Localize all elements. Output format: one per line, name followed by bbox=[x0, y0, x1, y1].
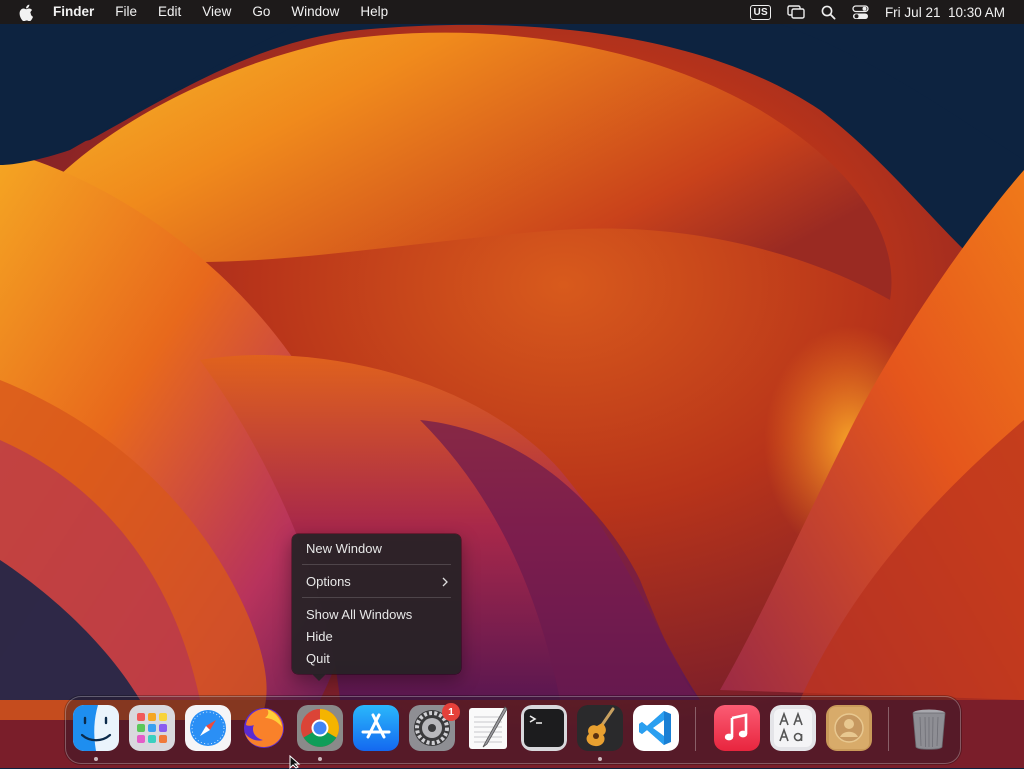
terminal-icon[interactable] bbox=[521, 705, 567, 751]
menu-help[interactable]: Help bbox=[360, 0, 388, 24]
screen-mirroring-icon[interactable] bbox=[787, 5, 805, 19]
trash-icon[interactable] bbox=[906, 705, 952, 751]
input-source-menu[interactable]: US bbox=[750, 4, 771, 20]
running-indicator bbox=[598, 757, 602, 761]
safari-icon[interactable] bbox=[185, 705, 231, 751]
vscode-icon[interactable] bbox=[633, 705, 679, 751]
context-menu-label: Options bbox=[306, 574, 351, 589]
dock-context-menu: New Window Options Show All Windows Hide… bbox=[292, 534, 461, 681]
garageband-icon[interactable] bbox=[577, 705, 623, 751]
menu-bar: Finder File Edit View Go Window Help US … bbox=[0, 0, 1024, 24]
contacts-icon[interactable] bbox=[826, 705, 872, 751]
font-book-icon[interactable] bbox=[770, 705, 816, 751]
dock: 1 bbox=[65, 696, 961, 764]
context-menu-label: Show All Windows bbox=[306, 607, 413, 622]
spotlight-search-icon[interactable] bbox=[821, 5, 836, 20]
context-menu-label: Quit bbox=[306, 651, 330, 666]
textedit-icon[interactable] bbox=[465, 705, 511, 751]
menu-file[interactable]: File bbox=[115, 0, 137, 24]
menu-edit[interactable]: Edit bbox=[158, 0, 181, 24]
context-menu-hide[interactable]: Hide bbox=[306, 627, 449, 647]
menu-go[interactable]: Go bbox=[252, 0, 270, 24]
finder-icon[interactable] bbox=[73, 705, 119, 751]
menu-view[interactable]: View bbox=[202, 0, 231, 24]
context-menu-options[interactable]: Options bbox=[306, 572, 449, 592]
desktop-wallpaper bbox=[0, 0, 1024, 768]
context-menu-quit[interactable]: Quit bbox=[306, 649, 449, 669]
context-menu-pointer bbox=[312, 674, 326, 681]
menu-window[interactable]: Window bbox=[291, 0, 339, 24]
music-icon[interactable] bbox=[714, 705, 760, 751]
mouse-pointer-icon bbox=[289, 755, 301, 769]
app-store-icon[interactable] bbox=[353, 705, 399, 751]
chrome-icon[interactable] bbox=[297, 705, 343, 751]
dock-separator bbox=[888, 707, 889, 751]
launchpad-icon[interactable] bbox=[129, 705, 175, 751]
context-menu-separator bbox=[302, 564, 451, 565]
status-area: US Fri Jul 21 10:30 AM bbox=[750, 0, 1024, 24]
notification-badge: 1 bbox=[442, 703, 460, 721]
chevron-right-icon bbox=[441, 572, 449, 598]
menubar-clock[interactable]: Fri Jul 21 10:30 AM bbox=[885, 5, 1005, 20]
firefox-icon[interactable] bbox=[241, 705, 287, 751]
context-menu-separator bbox=[302, 597, 451, 598]
dock-separator bbox=[695, 707, 696, 751]
apple-logo-icon[interactable] bbox=[19, 3, 35, 21]
context-menu-label: New Window bbox=[306, 541, 382, 556]
context-menu-show-all-windows[interactable]: Show All Windows bbox=[306, 605, 449, 625]
context-menu-new-window[interactable]: New Window bbox=[306, 539, 449, 559]
menu-app-finder[interactable]: Finder bbox=[53, 0, 94, 24]
control-center-icon[interactable] bbox=[852, 4, 869, 20]
input-source-label: US bbox=[750, 4, 771, 20]
context-menu-label: Hide bbox=[306, 629, 333, 644]
running-indicator bbox=[318, 757, 322, 761]
running-indicator bbox=[94, 757, 98, 761]
